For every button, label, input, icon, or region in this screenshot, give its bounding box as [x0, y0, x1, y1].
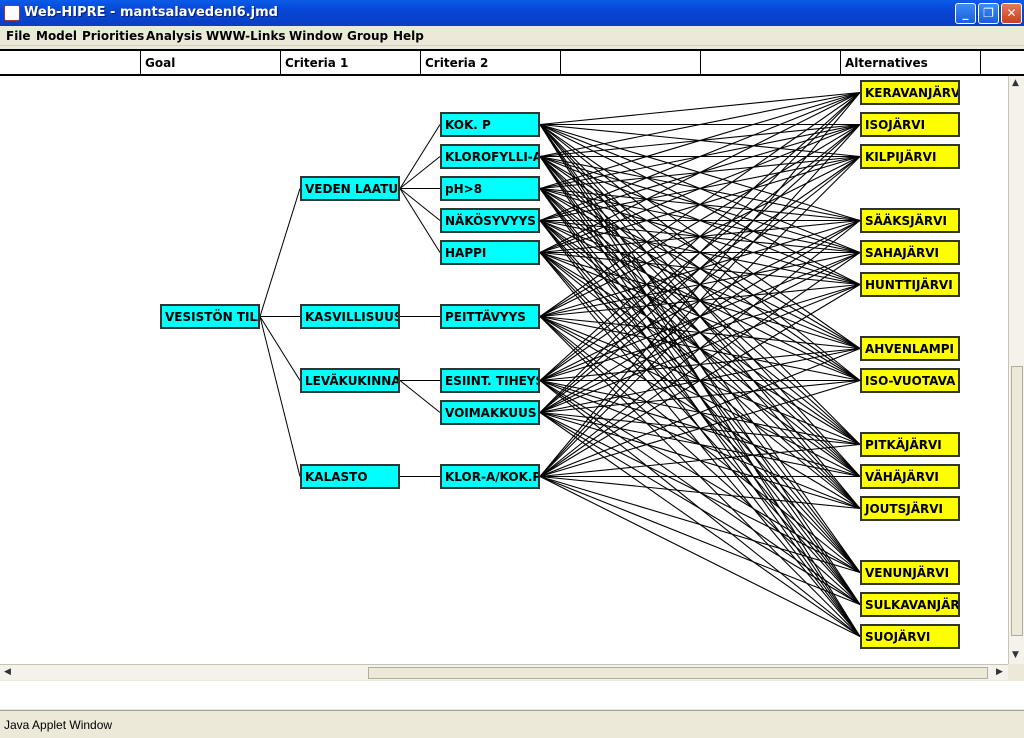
- alternative-node-joutsjarvi[interactable]: JOUTSJÄRVI: [860, 496, 960, 521]
- alternative-link: [539, 476, 861, 637]
- goal-link: [259, 316, 301, 477]
- criteria-link: [399, 188, 441, 221]
- criteria2-node-ph-8[interactable]: pH>8: [440, 176, 540, 201]
- scroll-right-icon[interactable]: ▶: [996, 667, 1003, 677]
- criteria-link: [399, 124, 441, 189]
- title-bar: Web-HIPRE - mantsalavedenl6.jmd _ ❐ ✕: [0, 0, 1024, 26]
- alternative-link: [539, 475, 861, 510]
- alternative-node-venunjarvi[interactable]: VENUNJÄRVI: [860, 560, 960, 585]
- alternative-link: [539, 252, 861, 413]
- close-button[interactable]: ✕: [1001, 3, 1022, 24]
- alternative-node-vahajarvi[interactable]: VÄHÄJÄRVI: [860, 464, 960, 489]
- alternative-node-saaksjarvi[interactable]: SÄÄKSJÄRVI: [860, 208, 960, 233]
- menu-www-links[interactable]: WWW-Links: [206, 29, 286, 43]
- column-header-alternatives: Alternatives: [840, 51, 980, 74]
- horizontal-scrollbar[interactable]: ◀ ▶: [0, 664, 1008, 680]
- criteria1-node-kalasto[interactable]: KALASTO: [300, 464, 400, 489]
- status-bar: Java Applet Window: [0, 710, 1024, 738]
- alternative-link: [539, 412, 861, 605]
- criteria2-node-nakosyvyys[interactable]: NÄKÖSYVYYS: [440, 208, 540, 233]
- minimize-button[interactable]: _: [955, 3, 976, 24]
- column-header-blank: [0, 51, 140, 74]
- hierarchy-canvas: VESISTÖN TILA VEDEN LAATU KASVILLISUUS LEVÄ…: [0, 76, 1008, 664]
- criteria-link: [399, 188, 441, 253]
- criteria2-node-voimakkuus[interactable]: VOIMAKKUUS: [440, 400, 540, 425]
- column-header-criteria-2: Criteria 2: [420, 51, 560, 74]
- alternative-node-sahajarvi[interactable]: SAHAJÄRVI: [860, 240, 960, 265]
- maximize-button[interactable]: ❐: [978, 3, 999, 24]
- criteria1-node-levakukinnat[interactable]: LEVÄKUKINNAT: [300, 368, 400, 393]
- criteria1-node-kasvillisuus[interactable]: KASVILLISUUS: [300, 304, 400, 329]
- column-header-blank: [980, 51, 1024, 74]
- alternative-link: [539, 347, 861, 478]
- alternative-link: [539, 91, 861, 126]
- criteria2-node-kok-p[interactable]: KOK. P: [440, 112, 540, 137]
- menu-bar: File Model Priorities Analysis WWW-Links…: [0, 26, 1024, 46]
- menu-group[interactable]: Group: [347, 29, 388, 43]
- applet-blank-area: [0, 681, 1024, 709]
- alternative-link: [539, 411, 861, 478]
- alternative-node-iso-vuotava[interactable]: ISO-VUOTAVA: [860, 368, 960, 393]
- column-header: Goal Criteria 1 Criteria 2 Alternatives: [0, 49, 1024, 76]
- alternative-node-pitkajarvi[interactable]: PITKÄJÄRVI: [860, 432, 960, 457]
- alternative-link: [539, 92, 861, 477]
- alternative-node-suojarvi[interactable]: SUOJÄRVI: [860, 624, 960, 649]
- alternative-node-hunttijarvi[interactable]: HUNTTIJÄRVI: [860, 272, 960, 297]
- vertical-scrollbar[interactable]: ▲ ▼: [1008, 76, 1024, 664]
- criteria2-node-klorofylli-a[interactable]: KLOROFYLLI-A: [440, 144, 540, 169]
- alternative-node-ahvenlampi[interactable]: AHVENLAMPI: [860, 336, 960, 361]
- goal-node-vesiston-tila[interactable]: VESISTÖN TILA: [160, 304, 260, 329]
- criteria-link: [399, 380, 441, 413]
- menu-priorities[interactable]: Priorities: [82, 29, 144, 43]
- vertical-scroll-thumb[interactable]: [1011, 366, 1023, 636]
- menu-analysis[interactable]: Analysis: [146, 29, 202, 43]
- menu-model[interactable]: Model: [36, 29, 77, 43]
- column-header-blank: [560, 51, 700, 74]
- alternative-node-isojarvi[interactable]: ISOJÄRVI: [860, 112, 960, 137]
- column-header-goal: Goal: [140, 51, 280, 74]
- scroll-left-icon[interactable]: ◀: [4, 667, 11, 677]
- status-text: Java Applet Window: [4, 718, 113, 732]
- menu-window[interactable]: Window: [289, 29, 343, 43]
- goal-link: [259, 188, 301, 317]
- alternative-node-sulkavanjar[interactable]: SULKAVANJÄR: [860, 592, 960, 617]
- column-header-blank: [700, 51, 840, 74]
- menu-file[interactable]: File: [6, 29, 31, 43]
- criteria2-node-klor-a-kok-p[interactable]: KLOR-A/KOK.P: [440, 464, 540, 489]
- app-icon: [4, 5, 20, 21]
- criteria2-node-peittavyys[interactable]: PEITTÄVYYS: [440, 304, 540, 329]
- alternative-link: [539, 124, 861, 413]
- criteria2-node-esiint-tiheys[interactable]: ESIINT. TIHEYS: [440, 368, 540, 393]
- goal-link: [259, 316, 301, 381]
- window-title: Web-HIPRE - mantsalavedenl6.jmd: [24, 5, 278, 20]
- alternative-node-keravanjarvi[interactable]: KERAVANJÄRVI: [860, 80, 960, 105]
- criteria-link: [399, 156, 441, 189]
- horizontal-scroll-thumb[interactable]: [368, 667, 988, 679]
- scroll-down-icon[interactable]: ▼: [1012, 650, 1019, 660]
- menu-help[interactable]: Help: [393, 29, 424, 43]
- alternative-link: [539, 475, 861, 606]
- alternative-node-kilpijarvi[interactable]: KILPIJÄRVI: [860, 144, 960, 169]
- column-header-criteria-1: Criteria 1: [280, 51, 420, 74]
- scroll-up-icon[interactable]: ▲: [1012, 78, 1019, 88]
- criteria1-node-veden-laatu[interactable]: VEDEN LAATU: [300, 176, 400, 201]
- criteria2-node-happi[interactable]: HAPPI: [440, 240, 540, 265]
